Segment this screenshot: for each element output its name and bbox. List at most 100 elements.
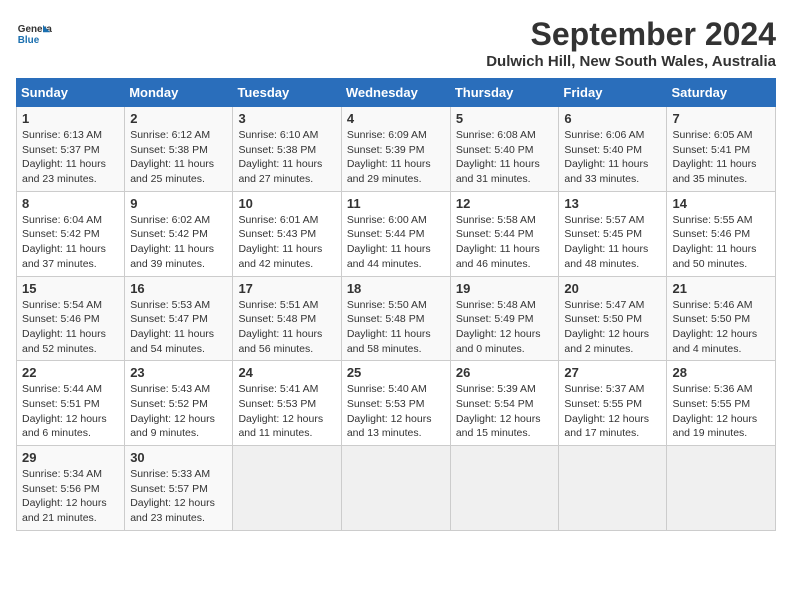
day-number: 14 — [672, 196, 770, 211]
calendar-week-5: 29Sunrise: 5:34 AMSunset: 5:56 PMDayligh… — [17, 446, 776, 531]
day-info: Sunrise: 5:40 AMSunset: 5:53 PMDaylight:… — [347, 382, 445, 441]
header-sunday: Sunday — [17, 79, 125, 107]
day-info: Sunrise: 6:00 AMSunset: 5:44 PMDaylight:… — [347, 213, 445, 272]
day-number: 22 — [22, 365, 119, 380]
day-number: 1 — [22, 111, 119, 126]
day-info: Sunrise: 5:37 AMSunset: 5:55 PMDaylight:… — [564, 382, 661, 441]
header-friday: Friday — [559, 79, 667, 107]
table-row: 29Sunrise: 5:34 AMSunset: 5:56 PMDayligh… — [17, 446, 125, 531]
table-row: 25 Sunrise: 5:40 AMSunset: 5:53 PMDayligh… — [341, 361, 450, 446]
day-number: 28 — [672, 365, 770, 380]
day-info: Sunrise: 6:10 AMSunset: 5:38 PMDaylight:… — [238, 128, 335, 187]
table-row: 5 Sunrise: 6:08 AMSunset: 5:40 PMDaylight… — [450, 107, 559, 192]
table-row: 16 Sunrise: 5:53 AMSunset: 5:47 PMDayligh… — [125, 276, 233, 361]
table-row: 3 Sunrise: 6:10 AMSunset: 5:38 PMDaylight… — [233, 107, 341, 192]
table-row — [341, 446, 450, 531]
svg-text:Blue: Blue — [18, 35, 40, 46]
day-number: 9 — [130, 196, 227, 211]
day-info: Sunrise: 5:39 AMSunset: 5:54 PMDaylight:… — [456, 382, 554, 441]
table-row: 7 Sunrise: 6:05 AMSunset: 5:41 PMDaylight… — [667, 107, 776, 192]
header-thursday: Thursday — [450, 79, 559, 107]
table-row: 20Sunrise: 5:47 AMSunset: 5:50 PMDayligh… — [559, 276, 667, 361]
table-row: 11 Sunrise: 6:00 AMSunset: 5:44 PMDayligh… — [341, 191, 450, 276]
day-number: 10 — [238, 196, 335, 211]
day-number: 16 — [130, 281, 227, 296]
day-number: 12 — [456, 196, 554, 211]
header-monday: Monday — [125, 79, 233, 107]
day-number: 7 — [672, 111, 770, 126]
table-row: 18 Sunrise: 5:50 AMSunset: 5:48 PMDayligh… — [341, 276, 450, 361]
day-number: 17 — [238, 281, 335, 296]
calendar-week-1: 1 Sunrise: 6:13 AMSunset: 5:37 PMDaylight… — [17, 107, 776, 192]
calendar-header-row: Sunday Monday Tuesday Wednesday Thursday… — [17, 79, 776, 107]
table-row — [667, 446, 776, 531]
table-row — [450, 446, 559, 531]
day-info: Sunrise: 6:04 AMSunset: 5:42 PMDaylight:… — [22, 213, 119, 272]
day-info: Sunrise: 5:46 AMSunset: 5:50 PMDaylight:… — [672, 298, 770, 357]
day-number: 24 — [238, 365, 335, 380]
table-row: 21 Sunrise: 5:46 AMSunset: 5:50 PMDayligh… — [667, 276, 776, 361]
calendar-week-3: 15Sunrise: 5:54 AMSunset: 5:46 PMDayligh… — [17, 276, 776, 361]
day-number: 8 — [22, 196, 119, 211]
day-number: 23 — [130, 365, 227, 380]
day-number: 2 — [130, 111, 227, 126]
table-row: 23 Sunrise: 5:43 AMSunset: 5:52 PMDayligh… — [125, 361, 233, 446]
day-number: 25 — [347, 365, 445, 380]
day-info: Sunrise: 5:53 AMSunset: 5:47 PMDaylight:… — [130, 298, 227, 357]
day-info: Sunrise: 5:33 AMSunset: 5:57 PMDaylight:… — [130, 467, 227, 526]
table-row: 13 Sunrise: 5:57 AMSunset: 5:45 PMDayligh… — [559, 191, 667, 276]
day-info: Sunrise: 6:09 AMSunset: 5:39 PMDaylight:… — [347, 128, 445, 187]
day-info: Sunrise: 5:57 AMSunset: 5:45 PMDaylight:… — [564, 213, 661, 272]
day-info: Sunrise: 5:58 AMSunset: 5:44 PMDaylight:… — [456, 213, 554, 272]
table-row: 17Sunrise: 5:51 AMSunset: 5:48 PMDayligh… — [233, 276, 341, 361]
day-info: Sunrise: 5:41 AMSunset: 5:53 PMDaylight:… — [238, 382, 335, 441]
table-row: 12 Sunrise: 5:58 AMSunset: 5:44 PMDayligh… — [450, 191, 559, 276]
table-row: 28 Sunrise: 5:36 AMSunset: 5:55 PMDayligh… — [667, 361, 776, 446]
day-number: 5 — [456, 111, 554, 126]
day-info: Sunrise: 5:55 AMSunset: 5:46 PMDaylight:… — [672, 213, 770, 272]
day-number: 6 — [564, 111, 661, 126]
day-info: Sunrise: 6:06 AMSunset: 5:40 PMDaylight:… — [564, 128, 661, 187]
day-number: 27 — [564, 365, 661, 380]
day-number: 21 — [672, 281, 770, 296]
day-number: 3 — [238, 111, 335, 126]
title-block: September 2024 Dulwich Hill, New South W… — [486, 16, 776, 70]
table-row: 2 Sunrise: 6:12 AMSunset: 5:38 PMDaylight… — [125, 107, 233, 192]
table-row: 8 Sunrise: 6:04 AMSunset: 5:42 PMDaylight… — [17, 191, 125, 276]
table-row: 15Sunrise: 5:54 AMSunset: 5:46 PMDayligh… — [17, 276, 125, 361]
day-number: 20 — [564, 281, 661, 296]
day-info: Sunrise: 6:08 AMSunset: 5:40 PMDaylight:… — [456, 128, 554, 187]
logo: General Blue — [16, 16, 52, 52]
calendar-title: September 2024 — [486, 16, 776, 53]
day-info: Sunrise: 5:43 AMSunset: 5:52 PMDaylight:… — [130, 382, 227, 441]
table-row: 24 Sunrise: 5:41 AMSunset: 5:53 PMDayligh… — [233, 361, 341, 446]
table-row: 30Sunrise: 5:33 AMSunset: 5:57 PMDayligh… — [125, 446, 233, 531]
logo-icon: General Blue — [16, 16, 52, 52]
day-info: Sunrise: 6:05 AMSunset: 5:41 PMDaylight:… — [672, 128, 770, 187]
calendar-subtitle: Dulwich Hill, New South Wales, Australia — [486, 53, 776, 70]
day-number: 13 — [564, 196, 661, 211]
header-wednesday: Wednesday — [341, 79, 450, 107]
table-row: 4Sunrise: 6:09 AMSunset: 5:39 PMDaylight… — [341, 107, 450, 192]
table-row — [233, 446, 341, 531]
day-info: Sunrise: 6:13 AMSunset: 5:37 PMDaylight:… — [22, 128, 119, 187]
day-info: Sunrise: 5:36 AMSunset: 5:55 PMDaylight:… — [672, 382, 770, 441]
day-info: Sunrise: 5:34 AMSunset: 5:56 PMDaylight:… — [22, 467, 119, 526]
day-number: 19 — [456, 281, 554, 296]
table-row: 22Sunrise: 5:44 AMSunset: 5:51 PMDayligh… — [17, 361, 125, 446]
day-number: 11 — [347, 196, 445, 211]
table-row: 6 Sunrise: 6:06 AMSunset: 5:40 PMDaylight… — [559, 107, 667, 192]
day-info: Sunrise: 6:12 AMSunset: 5:38 PMDaylight:… — [130, 128, 227, 187]
day-number: 18 — [347, 281, 445, 296]
day-info: Sunrise: 5:54 AMSunset: 5:46 PMDaylight:… — [22, 298, 119, 357]
day-info: Sunrise: 6:02 AMSunset: 5:42 PMDaylight:… — [130, 213, 227, 272]
calendar-week-2: 8 Sunrise: 6:04 AMSunset: 5:42 PMDaylight… — [17, 191, 776, 276]
table-row: 19 Sunrise: 5:48 AMSunset: 5:49 PMDayligh… — [450, 276, 559, 361]
calendar-table: Sunday Monday Tuesday Wednesday Thursday… — [16, 78, 776, 531]
header-tuesday: Tuesday — [233, 79, 341, 107]
table-row: 9 Sunrise: 6:02 AMSunset: 5:42 PMDaylight… — [125, 191, 233, 276]
day-info: Sunrise: 5:48 AMSunset: 5:49 PMDaylight:… — [456, 298, 554, 357]
table-row: 10Sunrise: 6:01 AMSunset: 5:43 PMDayligh… — [233, 191, 341, 276]
table-row — [559, 446, 667, 531]
day-info: Sunrise: 5:50 AMSunset: 5:48 PMDaylight:… — [347, 298, 445, 357]
